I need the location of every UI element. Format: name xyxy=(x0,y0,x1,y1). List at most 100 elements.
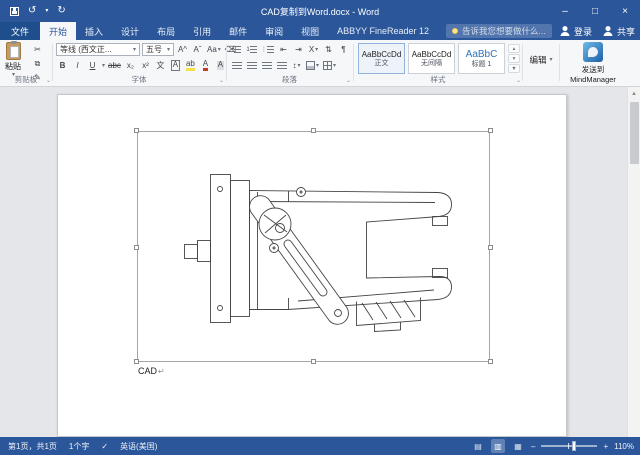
shading-button[interactable]: ▾ xyxy=(305,59,320,72)
multilevel-list-button[interactable]: ⋮ xyxy=(260,43,275,56)
resize-handle-top-left[interactable] xyxy=(134,128,139,133)
character-border-button[interactable]: A xyxy=(171,60,180,71)
share-button[interactable]: 共享 xyxy=(603,25,635,38)
person-icon xyxy=(560,26,570,36)
character-shading-button[interactable]: A xyxy=(217,61,224,70)
shrink-font-button[interactable]: Aˇ xyxy=(191,43,204,56)
tab-review[interactable]: 审阅 xyxy=(256,22,292,40)
styles-more-icon[interactable]: ▼ xyxy=(508,64,520,73)
styles-dialog-launcher-icon[interactable]: ⌄ xyxy=(516,78,521,84)
resize-handle-middle-right[interactable] xyxy=(488,245,493,250)
editing-label: 编辑 xyxy=(529,54,546,66)
zoom-slider-thumb[interactable] xyxy=(572,441,576,451)
share-label: 共享 xyxy=(617,25,635,38)
print-layout-icon[interactable]: ▥ xyxy=(491,439,505,453)
editing-button[interactable]: 编辑 ▾ xyxy=(523,54,559,66)
paragraph-dialog-launcher-icon[interactable]: ⌄ xyxy=(346,78,351,84)
redo-icon[interactable]: ↻ xyxy=(57,6,65,16)
resize-handle-top-right[interactable] xyxy=(488,128,493,133)
sort-button[interactable]: ⇅ xyxy=(322,43,335,56)
clipboard-group: 粘贴 ▾ ✂ ⧉ ✎ 剪贴板 ⌄ xyxy=(0,40,52,86)
scrollbar-thumb[interactable] xyxy=(630,102,639,164)
clipboard-dialog-launcher-icon[interactable]: ⌄ xyxy=(46,78,51,84)
style-card-normal[interactable]: AaBbCcDd 正文 xyxy=(358,43,405,74)
asian-layout-button[interactable]: X▾ xyxy=(307,43,320,56)
tab-abbyy[interactable]: ABBYY FineReader 12 xyxy=(328,22,438,40)
undo-dropdown-icon[interactable]: ▾ xyxy=(45,8,48,14)
close-button[interactable]: × xyxy=(610,0,640,22)
page-indicator[interactable]: 第1页，共1页 xyxy=(8,441,57,452)
show-marks-button[interactable]: ¶ xyxy=(337,43,350,56)
superscript-button[interactable]: x² xyxy=(139,59,152,72)
cut-icon[interactable]: ✂ xyxy=(31,43,44,56)
resize-handle-bottom-left[interactable] xyxy=(134,359,139,364)
decrease-indent-button[interactable]: ⇤ xyxy=(277,43,290,56)
scroll-up-icon[interactable]: ▲ xyxy=(628,87,640,100)
paste-icon xyxy=(6,42,21,60)
tab-mailings[interactable]: 邮件 xyxy=(220,22,256,40)
font-color-button[interactable]: A xyxy=(203,60,208,71)
zoom-in-button[interactable]: + xyxy=(603,442,608,451)
change-case-button[interactable]: Aa▾ xyxy=(206,43,222,56)
justify-button[interactable] xyxy=(275,59,288,72)
bullets-button[interactable]: • xyxy=(230,43,243,56)
tab-home[interactable]: 开始 xyxy=(40,22,76,40)
align-right-button[interactable] xyxy=(260,59,273,72)
phonetic-guide-button[interactable]: 文 xyxy=(154,59,167,72)
font-size-combo[interactable]: 五号 ▾ xyxy=(142,43,174,56)
paste-button[interactable]: 粘贴 ▾ xyxy=(5,42,21,78)
document-page[interactable]: CAD ↵ xyxy=(57,94,567,437)
zoom-out-button[interactable]: – xyxy=(531,442,535,451)
read-mode-icon[interactable]: ▤ xyxy=(471,439,485,453)
resize-handle-bottom-right[interactable] xyxy=(488,359,493,364)
vertical-scrollbar[interactable]: ▲ xyxy=(627,87,640,437)
increase-indent-button[interactable]: ⇥ xyxy=(292,43,305,56)
sign-in-button[interactable]: 登录 xyxy=(560,25,592,38)
save-icon[interactable] xyxy=(10,7,19,16)
style-card-heading1[interactable]: AaBbC 标题 1 xyxy=(458,43,505,74)
tab-references[interactable]: 引用 xyxy=(184,22,220,40)
tab-insert[interactable]: 插入 xyxy=(76,22,112,40)
tab-view[interactable]: 视图 xyxy=(292,22,328,40)
send-to-mindmanager-button[interactable]: 发送到 MindManager xyxy=(560,42,626,84)
align-left-button[interactable] xyxy=(230,59,243,72)
grow-font-button[interactable]: A^ xyxy=(176,43,189,56)
image-selection-frame[interactable] xyxy=(137,131,490,362)
zoom-slider[interactable] xyxy=(541,445,597,447)
styles-scroll-down-icon[interactable]: ▾ xyxy=(508,54,520,63)
copy-icon[interactable]: ⧉ xyxy=(31,57,44,70)
italic-button[interactable]: I xyxy=(71,59,84,72)
align-center-button[interactable] xyxy=(245,59,258,72)
text-highlight-button[interactable]: ab xyxy=(186,60,195,71)
spellcheck-icon[interactable]: ✓ xyxy=(101,442,108,451)
tell-me-box[interactable]: 告诉我您想要做什么... xyxy=(446,24,552,38)
zoom-level[interactable]: 110% xyxy=(614,442,634,451)
line-spacing-button[interactable]: ↕▾ xyxy=(290,59,303,72)
tab-design[interactable]: 设计 xyxy=(112,22,148,40)
style-card-no-spacing[interactable]: AaBbCcDd 无间隔 xyxy=(408,43,455,74)
image-caption[interactable]: CAD ↵ xyxy=(138,366,165,376)
borders-button[interactable]: ▾ xyxy=(322,59,337,72)
underline-button[interactable]: U xyxy=(86,59,99,72)
underline-dropdown-icon[interactable]: ▾ xyxy=(102,63,105,69)
subscript-button[interactable]: x₂ xyxy=(124,59,137,72)
font-name-combo[interactable]: 等线 (西文正... ▾ xyxy=(56,43,140,56)
tab-file[interactable]: 文件 xyxy=(0,22,40,40)
font-dialog-launcher-icon[interactable]: ⌄ xyxy=(219,78,224,84)
undo-icon[interactable]: ↺ xyxy=(28,6,36,16)
styles-scroll-up-icon[interactable]: ▴ xyxy=(508,44,520,53)
restore-button[interactable]: □ xyxy=(580,0,610,22)
resize-handle-bottom-center[interactable] xyxy=(311,359,316,364)
word-count[interactable]: 1个字 xyxy=(69,441,89,452)
resize-handle-top-center[interactable] xyxy=(311,128,316,133)
web-layout-icon[interactable]: ▦ xyxy=(511,439,525,453)
language-indicator[interactable]: 英语(美国) xyxy=(120,441,157,452)
numbering-button[interactable]: 1 xyxy=(245,43,258,56)
bold-button[interactable]: B xyxy=(56,59,69,72)
minimize-button[interactable]: – xyxy=(550,0,580,22)
tab-layout[interactable]: 布局 xyxy=(148,22,184,40)
resize-handle-middle-left[interactable] xyxy=(134,245,139,250)
strikethrough-button[interactable]: abc xyxy=(107,59,122,72)
font-group-label: 字体 xyxy=(53,74,225,85)
cad-drawing[interactable] xyxy=(138,132,491,363)
